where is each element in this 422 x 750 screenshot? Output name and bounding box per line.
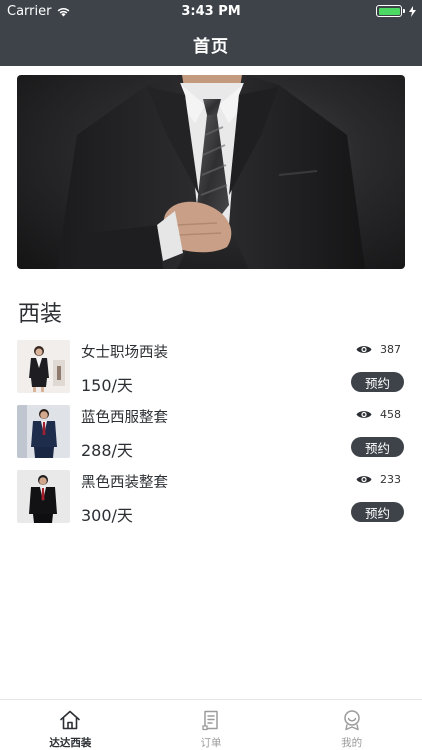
wifi-icon <box>58 7 70 16</box>
battery-icon <box>376 5 405 17</box>
suit-man-illustration <box>57 75 365 269</box>
page-title: 首页 <box>193 36 229 57</box>
tab-order[interactable]: 订单 <box>141 700 282 750</box>
carrier-label: Carrier <box>7 3 52 19</box>
product-name: 女士职场西装 <box>81 345 168 361</box>
section-title: 西装 <box>18 302 63 327</box>
eye-icon <box>356 346 372 353</box>
status-left: Carrier <box>7 4 71 19</box>
view-count: 233 <box>356 473 401 486</box>
tab-label: 达达西装 <box>49 737 92 749</box>
home-icon <box>60 710 81 730</box>
book-button[interactable]: 预约 <box>351 372 404 392</box>
blue-suit-image <box>17 405 70 458</box>
view-count: 387 <box>356 343 401 356</box>
product-thumbnail[interactable] <box>17 405 70 458</box>
view-count: 458 <box>356 408 401 421</box>
list-item[interactable]: 女士职场西装 150/天 387 预约 <box>0 338 422 403</box>
woman-suit-image <box>17 340 70 393</box>
view-count-value: 458 <box>380 408 401 421</box>
product-price: 300/天 <box>81 506 133 525</box>
book-button[interactable]: 预约 <box>351 437 404 457</box>
tab-bar: 达达西装 订单 我的 <box>0 699 422 750</box>
product-thumbnail[interactable] <box>17 340 70 393</box>
tab-label: 订单 <box>200 737 222 749</box>
product-list: 女士职场西装 150/天 387 预约 蓝色西服整套 288/天 458 预约 … <box>0 338 422 533</box>
tab-profile[interactable]: 我的 <box>281 700 422 750</box>
black-suit-image <box>17 470 70 523</box>
nav-bar: 首页 <box>0 22 422 66</box>
product-price: 150/天 <box>81 376 133 395</box>
list-item[interactable]: 蓝色西服整套 288/天 458 预约 <box>0 403 422 468</box>
eye-icon <box>356 411 372 418</box>
status-bar: Carrier 3:43 PM <box>0 0 422 22</box>
product-name: 蓝色西服整套 <box>81 410 168 426</box>
view-count-value: 233 <box>380 473 401 486</box>
product-thumbnail[interactable] <box>17 470 70 523</box>
product-name: 黑色西装整套 <box>81 475 168 491</box>
book-button[interactable]: 预约 <box>351 502 404 522</box>
view-count-value: 387 <box>380 343 401 356</box>
product-price: 288/天 <box>81 441 133 460</box>
charging-icon <box>409 5 416 17</box>
list-item[interactable]: 黑色西装整套 300/天 233 预约 <box>0 468 422 533</box>
profile-icon <box>343 710 360 731</box>
eye-icon <box>356 476 372 483</box>
tab-label: 我的 <box>341 737 363 749</box>
banner-image[interactable] <box>17 75 405 269</box>
tab-home[interactable]: 达达西装 <box>0 700 141 750</box>
order-icon <box>202 710 218 731</box>
status-right <box>376 5 416 17</box>
